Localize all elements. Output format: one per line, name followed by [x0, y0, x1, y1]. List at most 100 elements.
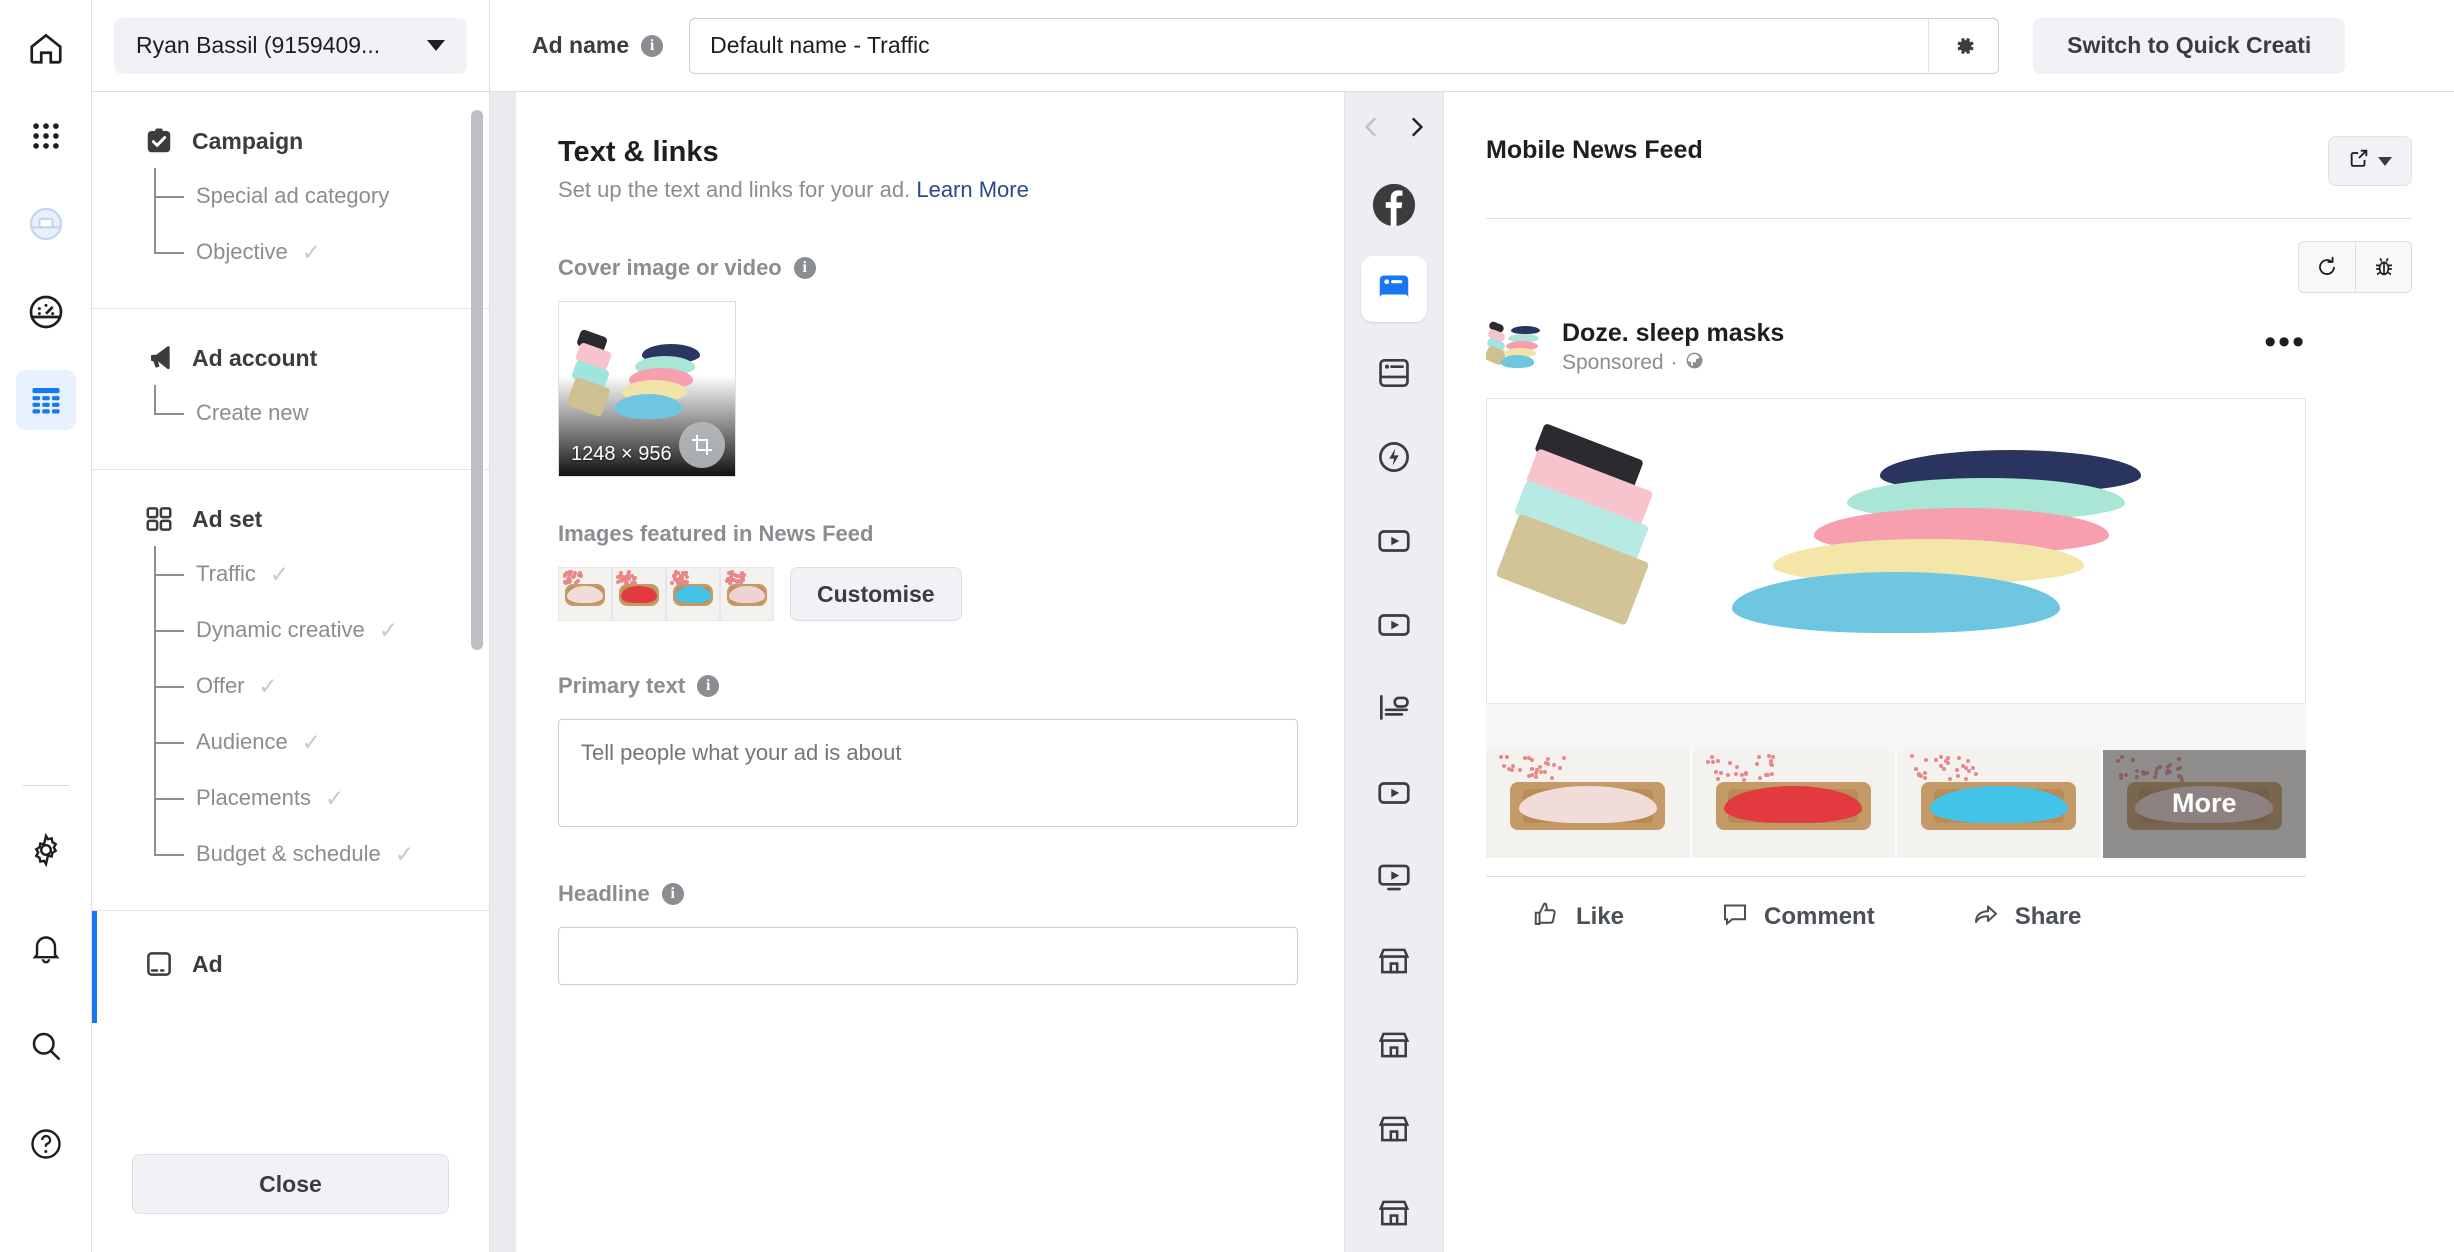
avatar[interactable]	[1486, 319, 1542, 375]
ad-name-input[interactable]	[690, 32, 1928, 59]
share-action[interactable]: Share	[1971, 899, 2082, 936]
check-icon: ✓	[270, 563, 289, 586]
instant-article-icon[interactable]	[1361, 424, 1427, 490]
preview-title: Mobile News Feed	[1486, 136, 1703, 165]
tree-item-dynamic-creative[interactable]: Dynamic creative ✓	[92, 602, 489, 658]
video-feed-icon-2[interactable]	[1361, 760, 1427, 826]
cover-image-thumbnail[interactable]: 1248 × 956	[558, 301, 736, 477]
desktop-news-feed-icon[interactable]	[1361, 340, 1427, 406]
thumb-mask-cream[interactable]	[558, 567, 612, 621]
marketplace-icon-2[interactable]	[1361, 1012, 1427, 1078]
switch-to-quick-creation-button[interactable]: Switch to Quick Creati	[2033, 18, 2345, 74]
tree-item-label: Audience	[196, 729, 288, 755]
gauge-icon[interactable]	[16, 282, 76, 342]
search-icon[interactable]	[16, 1016, 76, 1076]
blossom-decor	[1909, 754, 1978, 778]
chevron-right-icon[interactable]	[1403, 114, 1429, 146]
nav-bottom-group	[16, 785, 76, 1252]
in-stream-video-icon[interactable]	[1361, 508, 1427, 574]
tree-item-label: Create new	[196, 400, 309, 426]
home-icon[interactable]	[16, 18, 76, 78]
thumb-mask-blue[interactable]	[666, 567, 720, 621]
tree-item-placements[interactable]: Placements ✓	[92, 770, 489, 826]
sidebar-scrollbar[interactable]	[471, 110, 483, 650]
cover-image-dimensions: 1248 × 956	[571, 443, 672, 466]
account-name: Ryan Bassil (9159409...	[136, 32, 380, 59]
tree-item-create-new[interactable]: Create new	[92, 385, 489, 441]
gear-icon[interactable]	[1928, 19, 1998, 73]
blossom-decor	[1704, 754, 1773, 778]
separator-dot: ·	[1671, 351, 1678, 375]
preview-divider	[1486, 218, 2412, 219]
tree-group-campaign: Campaign Special ad category Objective ✓	[92, 92, 489, 309]
customise-button[interactable]: Customise	[790, 567, 962, 621]
preview-tool-group	[2298, 241, 2412, 293]
group-header-ad-set[interactable]: Ad set	[92, 502, 489, 536]
tree-item-special-ad-category[interactable]: Special ad category	[92, 168, 489, 224]
blossom-decor	[724, 570, 742, 581]
tree-item-objective[interactable]: Objective ✓	[92, 224, 489, 280]
headline-input[interactable]	[558, 927, 1298, 985]
primary-text-input[interactable]	[558, 719, 1298, 827]
business-suite-icon[interactable]	[16, 194, 76, 254]
info-icon[interactable]: i	[662, 883, 684, 905]
crop-icon[interactable]	[679, 422, 725, 468]
carousel-card-blue[interactable]	[1897, 750, 2103, 858]
video-feeds-icon[interactable]	[1361, 592, 1427, 658]
account-selector[interactable]: Ryan Bassil (9159409...	[114, 18, 467, 74]
tree-item-traffic[interactable]: Traffic ✓	[92, 546, 489, 602]
ad-tablet-icon	[142, 947, 176, 981]
mobile-news-feed-icon[interactable]	[1361, 256, 1427, 322]
group-header-campaign[interactable]: Campaign	[92, 124, 489, 158]
right-column-icon[interactable]	[1361, 676, 1427, 742]
tree-group-ad: Ad	[92, 911, 489, 981]
tree-item-audience[interactable]: Audience ✓	[92, 714, 489, 770]
carousel-card-more[interactable]: More	[2103, 750, 2307, 858]
learn-more-link[interactable]: Learn More	[916, 177, 1029, 202]
active-section-marker	[92, 911, 97, 1023]
comment-action[interactable]: Comment	[1720, 899, 1875, 936]
check-icon: ✓	[379, 619, 398, 642]
refresh-icon[interactable]	[2299, 242, 2355, 292]
group-header-ad[interactable]: Ad	[92, 947, 489, 981]
section-subtitle-text: Set up the text and links for your ad.	[558, 177, 910, 202]
campaign-checkbox-icon	[142, 124, 176, 158]
carousel-more-label: More	[2103, 750, 2307, 858]
thumb-mask-red[interactable]	[612, 567, 666, 621]
info-icon[interactable]: i	[641, 35, 663, 57]
group-header-ad-account[interactable]: Ad account	[92, 341, 489, 375]
marketplace-icon-1[interactable]	[1361, 928, 1427, 994]
carousel-card-cream[interactable]	[1486, 750, 1692, 858]
chevron-left-icon[interactable]	[1359, 114, 1385, 146]
search-results-video-icon[interactable]	[1361, 844, 1427, 910]
like-action[interactable]: Like	[1532, 899, 1624, 936]
like-label: Like	[1576, 903, 1624, 931]
ellipsis-icon[interactable]: •••	[2264, 332, 2306, 362]
megaphone-icon	[142, 341, 176, 375]
external-link-icon	[2348, 147, 2370, 175]
page-name[interactable]: Doze. sleep masks	[1562, 319, 2264, 348]
info-icon[interactable]: i	[794, 257, 816, 279]
gear-icon[interactable]	[16, 820, 76, 880]
thumb-mask-pink[interactable]	[720, 567, 774, 621]
chevron-down-icon	[427, 40, 445, 51]
help-icon[interactable]	[16, 1114, 76, 1174]
open-preview-dropdown-button[interactable]	[2328, 136, 2412, 186]
carousel-card-red[interactable]	[1692, 750, 1898, 858]
share-label: Share	[2015, 903, 2082, 931]
tree-item-offer[interactable]: Offer ✓	[92, 658, 489, 714]
global-nav-rail	[0, 0, 92, 1252]
close-button[interactable]: Close	[132, 1154, 449, 1214]
bug-icon[interactable]	[2355, 242, 2411, 292]
grid-apps-icon[interactable]	[16, 106, 76, 166]
ad-hero-image[interactable]	[1486, 398, 2306, 704]
facebook-icon[interactable]	[1361, 172, 1427, 238]
info-icon[interactable]: i	[697, 675, 719, 697]
ad-preview-panel: Mobile News Feed Doze. sleep masks Spons…	[1444, 92, 2454, 1252]
marketplace-icon-4[interactable]	[1361, 1180, 1427, 1246]
tree-item-budget-schedule[interactable]: Budget & schedule ✓	[92, 826, 489, 882]
sidebar-item-ads-manager[interactable]	[16, 370, 76, 430]
marketplace-icon-3[interactable]	[1361, 1096, 1427, 1162]
bell-icon[interactable]	[16, 918, 76, 978]
ad-hero-footer-bar	[1486, 704, 2306, 750]
